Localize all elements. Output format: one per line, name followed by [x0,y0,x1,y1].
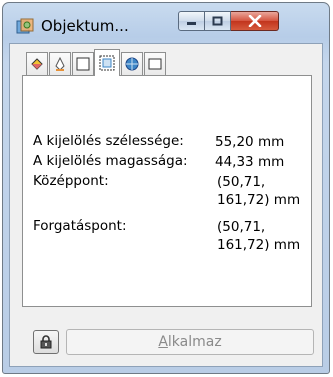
fill-bucket-icon [31,58,43,70]
close-icon [248,15,261,27]
app-icon [15,17,35,37]
rotation-point-value-line2: 161,72) mm [217,237,301,253]
selection-width-value: 55,20 mm [215,134,285,150]
apply-button[interactable]: Alkalmaz [66,329,314,355]
center-point-label: Középpont: [33,173,109,189]
rotation-point-value-line1: (50,71, [217,219,266,235]
lock-icon [40,335,52,349]
minimize-icon [186,22,196,25]
apply-button-label: lkalmaz [167,334,222,350]
maximize-button[interactable] [205,11,231,31]
selection-height-value: 44,33 mm [215,154,285,170]
rotation-point-label: Forgatáspont: [33,218,127,234]
blank-page-icon [148,58,162,70]
tab-blank[interactable] [144,52,166,75]
tab-outline[interactable] [49,52,71,75]
lock-button[interactable] [33,330,59,354]
frame-icon [76,57,90,71]
center-point-value-line2: 161,72) mm [217,192,301,208]
selection-height-label: A kijelölés magassága: [33,153,188,169]
globe-icon [125,57,139,71]
maximize-icon [212,16,222,25]
close-button[interactable] [231,11,279,31]
tab-selection[interactable] [94,49,120,76]
center-point-value-line1: (50,71, [217,174,266,190]
title-bar[interactable]: Objektum... [3,3,329,43]
window-title: Objektum... [41,17,129,35]
center-point-value: (50,71, 161,72) mm [217,173,300,209]
rotation-point-value: (50,71, 161,72) mm [217,218,300,254]
properties-panel: A kijelölés szélessége: 55,20 mm A kijel… [22,75,312,307]
tab-web[interactable] [121,52,143,75]
selection-frame-icon [99,55,115,71]
apply-button-accelerator: A [158,334,168,350]
pen-nib-icon [55,56,65,71]
tab-fill[interactable] [26,52,48,75]
minimize-button[interactable] [178,11,205,31]
selection-width-label: A kijelölés szélessége: [33,133,184,149]
tab-frame[interactable] [72,52,94,75]
